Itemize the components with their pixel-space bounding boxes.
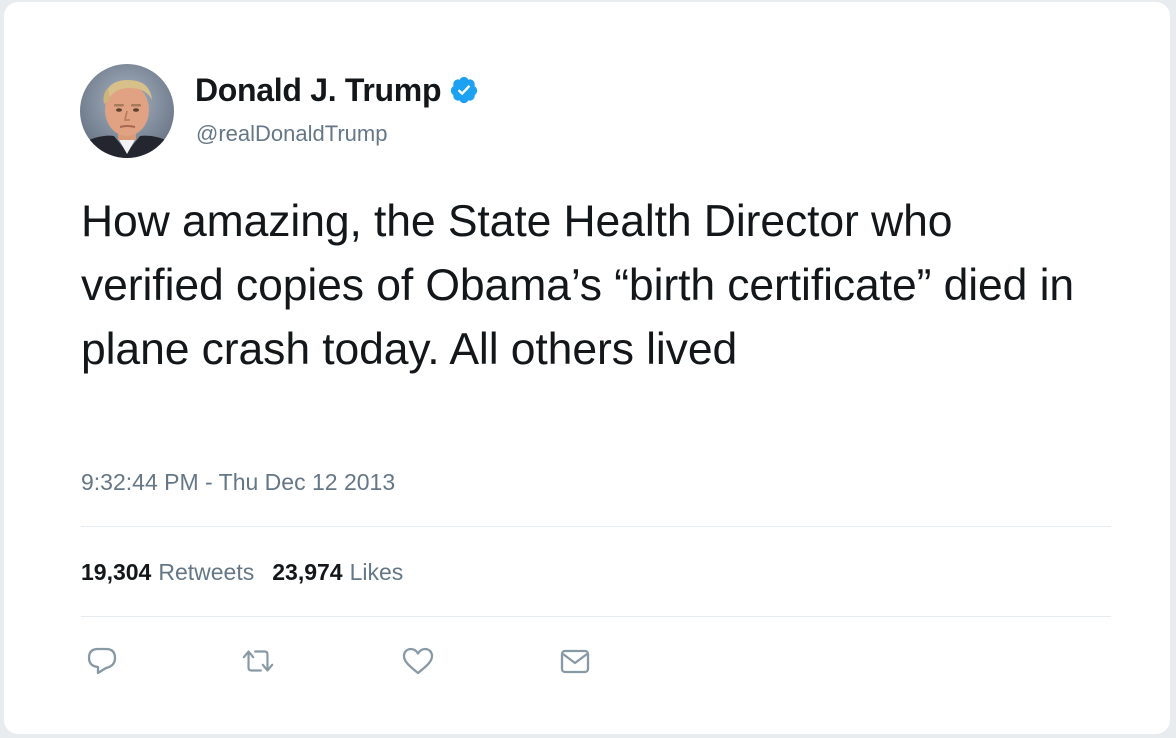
reply-button[interactable] (84, 645, 120, 677)
tweet-card: Donald J. Trump @realDonaldTrump How ama… (4, 2, 1170, 734)
tweet-text: How amazing, the State Health Director w… (81, 197, 1075, 374)
retweet-icon (242, 650, 274, 672)
retweet-button[interactable] (240, 645, 276, 677)
envelope-icon (560, 649, 590, 674)
verified-badge-icon (449, 75, 479, 105)
tweet-stats: 19,304 Retweets 23,974 Likes (81, 559, 421, 586)
direct-message-button[interactable] (557, 645, 593, 677)
divider (81, 616, 1111, 617)
retweets-count[interactable]: 19,304 (81, 559, 151, 586)
like-button[interactable] (400, 645, 436, 677)
likes-count[interactable]: 23,974 (272, 559, 342, 586)
author-name-row: Donald J. Trump (195, 68, 479, 112)
profile-photo-icon (80, 64, 174, 158)
avatar[interactable] (80, 64, 174, 158)
display-name[interactable]: Donald J. Trump (195, 72, 442, 109)
tweet-timestamp[interactable]: 9:32:44 PM - Thu Dec 12 2013 (81, 469, 395, 496)
author-handle[interactable]: @realDonaldTrump (196, 121, 387, 147)
divider (81, 526, 1111, 527)
retweets-label[interactable]: Retweets (158, 559, 254, 586)
reply-icon (87, 647, 117, 675)
likes-label[interactable]: Likes (350, 559, 404, 586)
heart-icon (402, 647, 434, 675)
